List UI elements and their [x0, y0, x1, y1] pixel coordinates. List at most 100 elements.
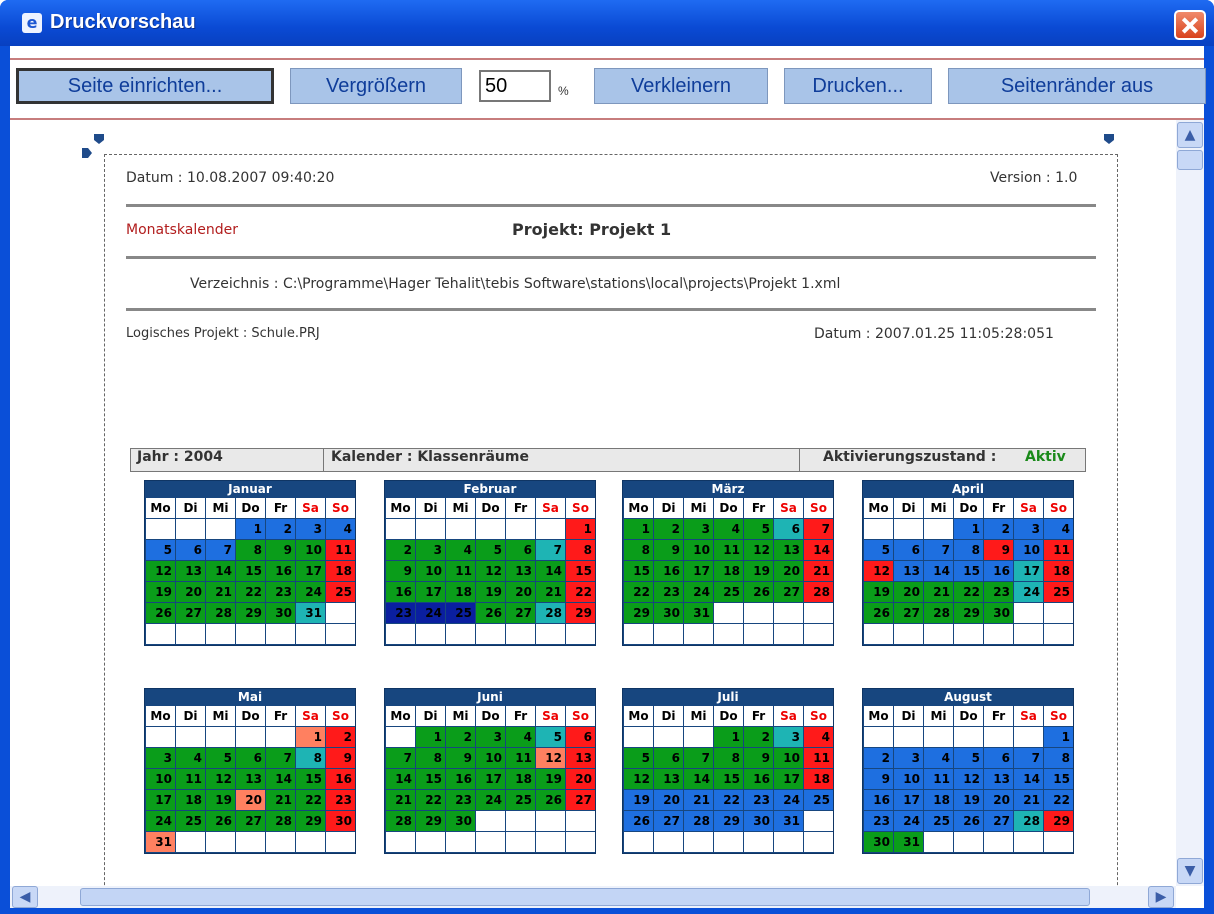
calendar-day[interactable]: 24 — [146, 811, 175, 831]
calendar-day[interactable]: 28 — [924, 603, 953, 623]
calendar-day[interactable]: 29 — [416, 811, 445, 831]
calendar-empty-cell[interactable] — [774, 832, 803, 852]
calendar-day[interactable]: 30 — [984, 603, 1013, 623]
calendar-day[interactable]: 2 — [654, 519, 683, 539]
calendar-day[interactable]: 8 — [1044, 748, 1073, 768]
calendar-empty-cell[interactable] — [176, 624, 205, 644]
calendar-day[interactable]: 26 — [536, 790, 565, 810]
calendar-day[interactable]: 27 — [506, 603, 535, 623]
calendar-day[interactable]: 1 — [1044, 727, 1073, 747]
calendar-day[interactable]: 20 — [236, 790, 265, 810]
calendar-day[interactable]: 15 — [1044, 769, 1073, 789]
page-setup-button[interactable]: Seite einrichten... — [16, 68, 274, 104]
calendar-day[interactable]: 15 — [236, 561, 265, 581]
calendar-day[interactable]: 10 — [476, 748, 505, 768]
calendar-day[interactable]: 11 — [446, 561, 475, 581]
calendar-day[interactable]: 2 — [984, 519, 1013, 539]
calendar-day[interactable]: 20 — [984, 790, 1013, 810]
calendar-empty-cell[interactable] — [206, 727, 235, 747]
calendar-empty-cell[interactable] — [744, 832, 773, 852]
calendar-day[interactable]: 9 — [266, 540, 295, 560]
calendar-day[interactable]: 8 — [566, 540, 595, 560]
calendar-day[interactable]: 24 — [1014, 582, 1043, 602]
calendar-day[interactable]: 31 — [684, 603, 713, 623]
calendar-day[interactable]: 19 — [744, 561, 773, 581]
calendar-day[interactable]: 30 — [654, 603, 683, 623]
calendar-day[interactable]: 14 — [924, 561, 953, 581]
calendar-empty-cell[interactable] — [654, 727, 683, 747]
calendar-day[interactable]: 1 — [416, 727, 445, 747]
calendar-day[interactable]: 5 — [864, 540, 893, 560]
calendar-day[interactable]: 5 — [744, 519, 773, 539]
calendar-day[interactable]: 23 — [864, 811, 893, 831]
calendar-day[interactable]: 17 — [146, 790, 175, 810]
calendar-day[interactable]: 23 — [266, 582, 295, 602]
calendar-day[interactable]: 28 — [684, 811, 713, 831]
zoom-in-button[interactable]: Vergrößern — [290, 68, 462, 104]
calendar-day[interactable]: 6 — [176, 540, 205, 560]
calendar-day[interactable]: 13 — [654, 769, 683, 789]
calendar-empty-cell[interactable] — [1044, 603, 1073, 623]
calendar-day[interactable]: 24 — [476, 790, 505, 810]
calendar-day[interactable]: 20 — [566, 769, 595, 789]
calendar-day[interactable]: 27 — [894, 603, 923, 623]
calendar-day[interactable]: 21 — [206, 582, 235, 602]
calendar-day[interactable]: 18 — [714, 561, 743, 581]
calendar-day[interactable]: 21 — [386, 790, 415, 810]
calendar-day[interactable]: 13 — [774, 540, 803, 560]
calendar-day[interactable]: 30 — [326, 811, 355, 831]
calendar-empty-cell[interactable] — [804, 624, 833, 644]
calendar-empty-cell[interactable] — [894, 727, 923, 747]
calendar-day[interactable]: 12 — [476, 561, 505, 581]
calendar-day[interactable]: 19 — [476, 582, 505, 602]
calendar-day[interactable]: 11 — [506, 748, 535, 768]
calendar-day[interactable]: 1 — [566, 519, 595, 539]
calendar-empty-cell[interactable] — [1014, 727, 1043, 747]
calendar-day[interactable]: 26 — [206, 811, 235, 831]
calendar-empty-cell[interactable] — [416, 832, 445, 852]
calendar-empty-cell[interactable] — [624, 727, 653, 747]
calendar-day[interactable]: 17 — [1014, 561, 1043, 581]
calendar-empty-cell[interactable] — [714, 603, 743, 623]
calendar-day[interactable]: 2 — [266, 519, 295, 539]
left-margin-marker[interactable] — [94, 134, 104, 144]
calendar-day[interactable]: 8 — [714, 748, 743, 768]
calendar-day[interactable]: 13 — [176, 561, 205, 581]
calendar-day[interactable]: 27 — [236, 811, 265, 831]
calendar-day[interactable]: 10 — [296, 540, 325, 560]
zoom-input[interactable]: 50 — [479, 70, 551, 102]
calendar-day[interactable]: 15 — [296, 769, 325, 789]
calendar-empty-cell[interactable] — [536, 624, 565, 644]
calendar-empty-cell[interactable] — [266, 624, 295, 644]
calendar-day[interactable]: 3 — [296, 519, 325, 539]
calendar-day[interactable]: 20 — [506, 582, 535, 602]
calendar-empty-cell[interactable] — [774, 603, 803, 623]
calendar-day[interactable]: 12 — [146, 561, 175, 581]
calendar-day[interactable]: 19 — [954, 790, 983, 810]
calendar-day[interactable]: 24 — [684, 582, 713, 602]
calendar-day[interactable]: 29 — [1044, 811, 1073, 831]
calendar-day[interactable]: 28 — [804, 582, 833, 602]
calendar-day[interactable]: 1 — [236, 519, 265, 539]
calendar-day[interactable]: 25 — [714, 582, 743, 602]
calendar-empty-cell[interactable] — [774, 624, 803, 644]
calendar-day[interactable]: 22 — [296, 790, 325, 810]
calendar-day[interactable]: 8 — [236, 540, 265, 560]
calendar-day[interactable]: 3 — [684, 519, 713, 539]
calendar-day[interactable]: 9 — [864, 769, 893, 789]
calendar-day[interactable]: 14 — [1014, 769, 1043, 789]
close-icon[interactable] — [1174, 10, 1206, 40]
calendar-empty-cell[interactable] — [654, 832, 683, 852]
calendar-day[interactable]: 9 — [446, 748, 475, 768]
calendar-day[interactable]: 22 — [714, 790, 743, 810]
calendar-day[interactable]: 22 — [236, 582, 265, 602]
calendar-empty-cell[interactable] — [326, 624, 355, 644]
calendar-day[interactable]: 23 — [326, 790, 355, 810]
calendar-day[interactable]: 13 — [984, 769, 1013, 789]
calendar-empty-cell[interactable] — [984, 624, 1013, 644]
calendar-day[interactable]: 14 — [804, 540, 833, 560]
calendar-day[interactable]: 10 — [416, 561, 445, 581]
calendar-day[interactable]: 26 — [146, 603, 175, 623]
calendar-day[interactable]: 22 — [1044, 790, 1073, 810]
calendar-day[interactable]: 10 — [1014, 540, 1043, 560]
